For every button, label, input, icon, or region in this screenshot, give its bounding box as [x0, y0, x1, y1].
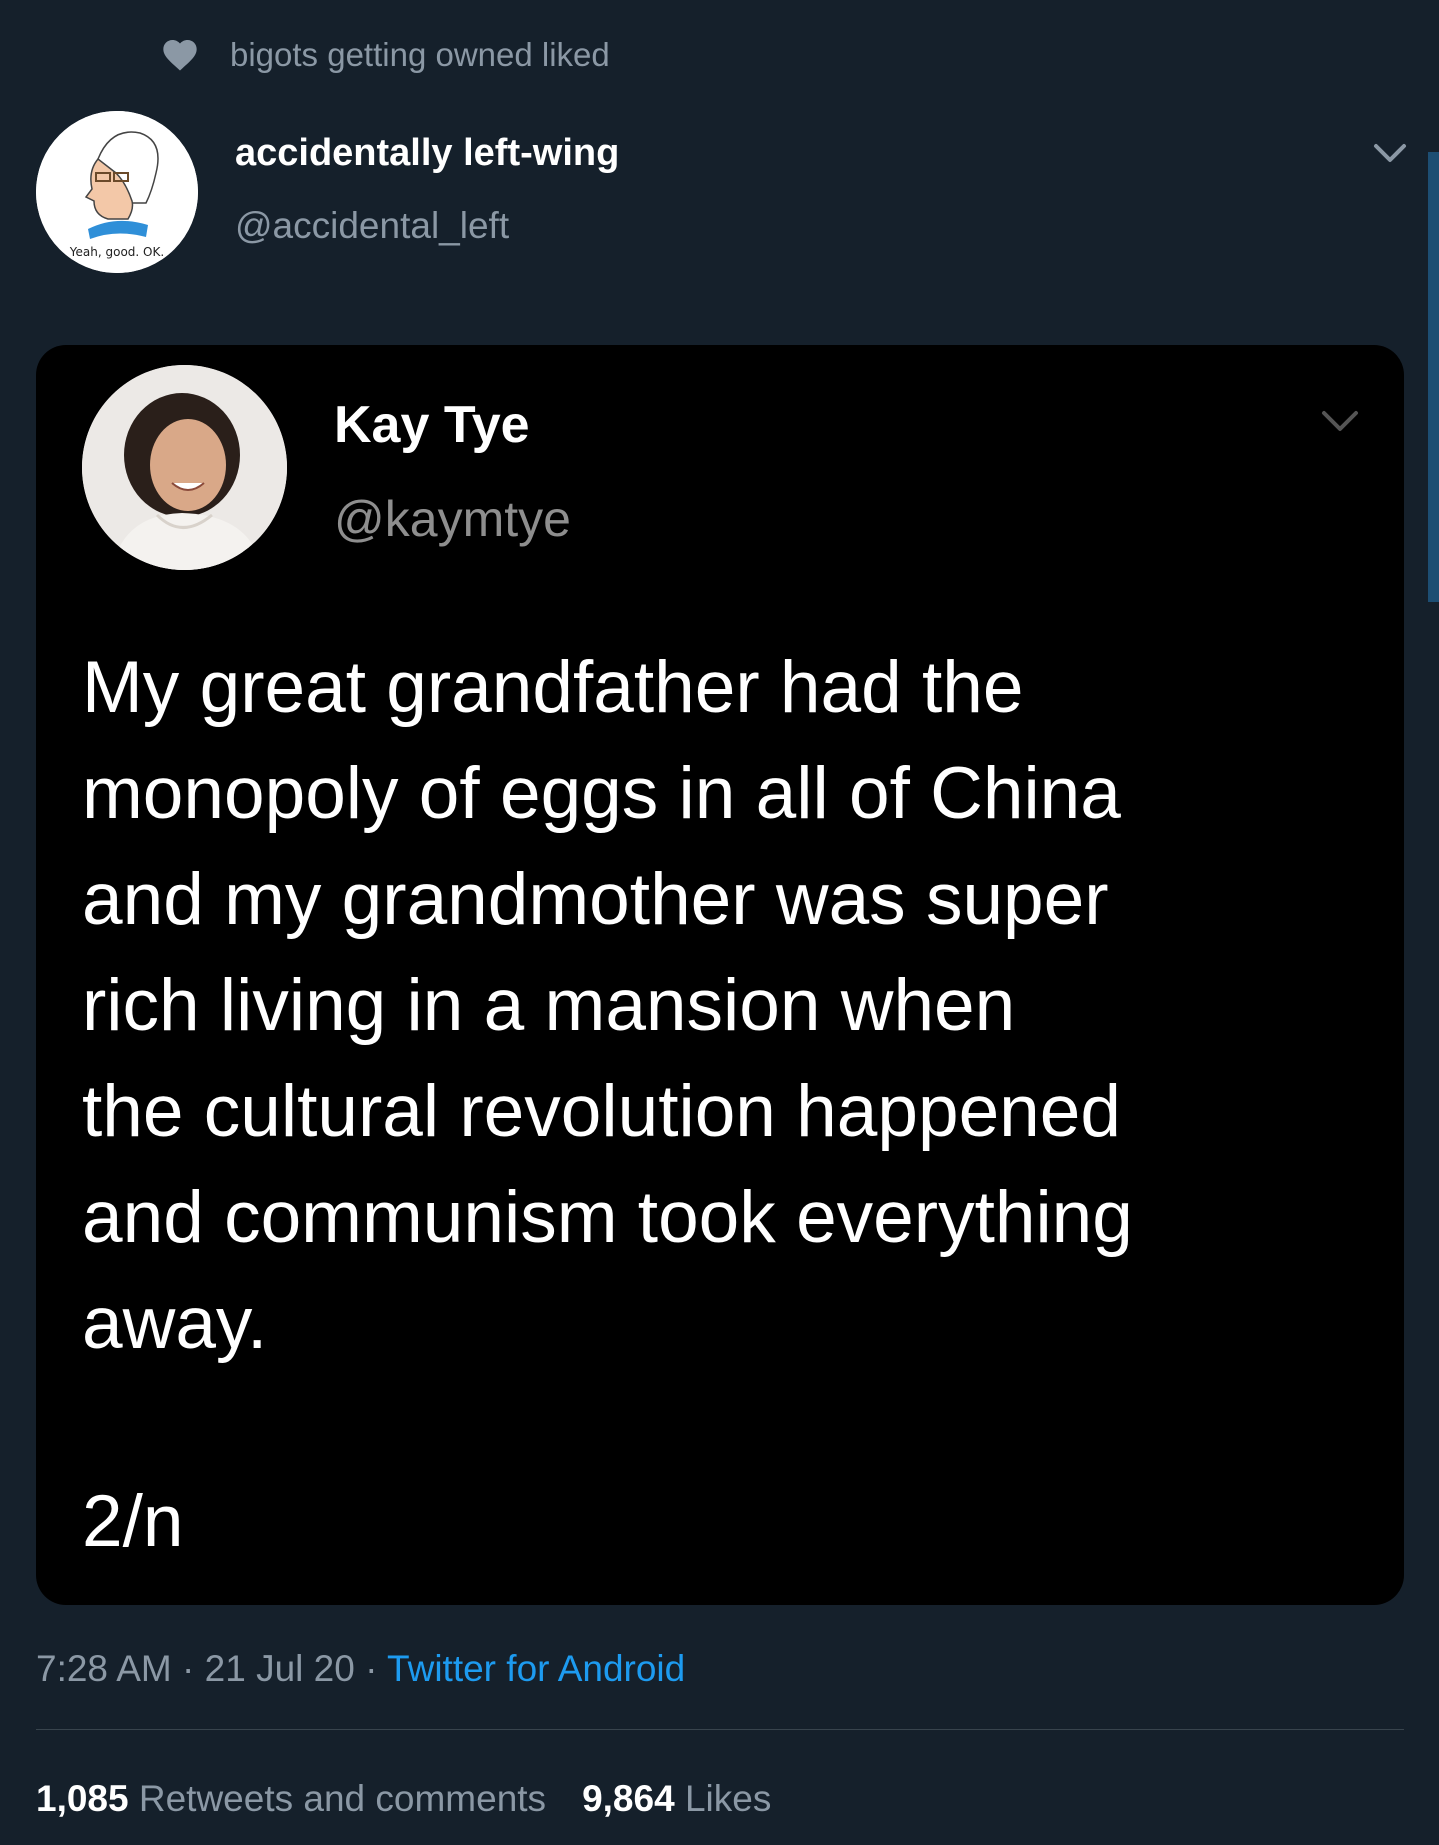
wojak-avatar-image: Yeah, good. OK.	[36, 111, 198, 273]
chevron-down-icon[interactable]	[1370, 138, 1410, 168]
embedded-author-handle: @kaymtye	[334, 491, 571, 547]
heart-icon	[163, 40, 197, 71]
tweet-date[interactable]: 21 Jul 20	[205, 1648, 355, 1689]
tweet-meta: 7:28 AM · 21 Jul 20 · Twitter for Androi…	[36, 1648, 685, 1690]
portrait-image	[82, 365, 287, 570]
avatar[interactable]: Yeah, good. OK.	[36, 111, 198, 273]
embedded-avatar	[82, 365, 287, 570]
retweets-stat[interactable]: 1,085 Retweets and comments	[36, 1778, 546, 1819]
chevron-down-icon	[1322, 411, 1358, 431]
meta-separator: ·	[354, 1648, 388, 1689]
social-context-text: bigots getting owned liked	[230, 36, 610, 73]
embedded-author-name: Kay Tye	[334, 396, 530, 454]
avatar-caption: Yeah, good. OK.	[69, 245, 164, 259]
likes-label: Likes	[684, 1778, 772, 1819]
social-context: bigots getting owned liked	[160, 30, 610, 80]
retweets-label: Retweets and comments	[138, 1778, 547, 1819]
divider	[36, 1729, 1404, 1730]
embedded-tweet-text: My great grandfather had the monopoly of…	[82, 647, 1133, 1364]
tweet-source-link[interactable]: Twitter for Android	[387, 1648, 685, 1689]
tweet-time[interactable]: 7:28 AM	[36, 1648, 172, 1689]
likes-stat[interactable]: 9,864 Likes	[582, 1778, 771, 1819]
embedded-tweet-image[interactable]: Kay Tye @kaymtye My great grandfather ha…	[36, 345, 1404, 1605]
embedded-thread-counter: 2/n	[82, 1481, 184, 1562]
retweets-count: 1,085	[36, 1778, 129, 1819]
scrollbar[interactable]	[1428, 152, 1439, 602]
author-name[interactable]: accidentally left-wing	[235, 132, 619, 175]
meta-separator: ·	[171, 1648, 205, 1689]
author-handle[interactable]: @accidental_left	[235, 205, 509, 247]
likes-count: 9,864	[582, 1778, 675, 1819]
tweet-stats: 1,085 Retweets and comments 9,864 Likes	[36, 1778, 771, 1820]
